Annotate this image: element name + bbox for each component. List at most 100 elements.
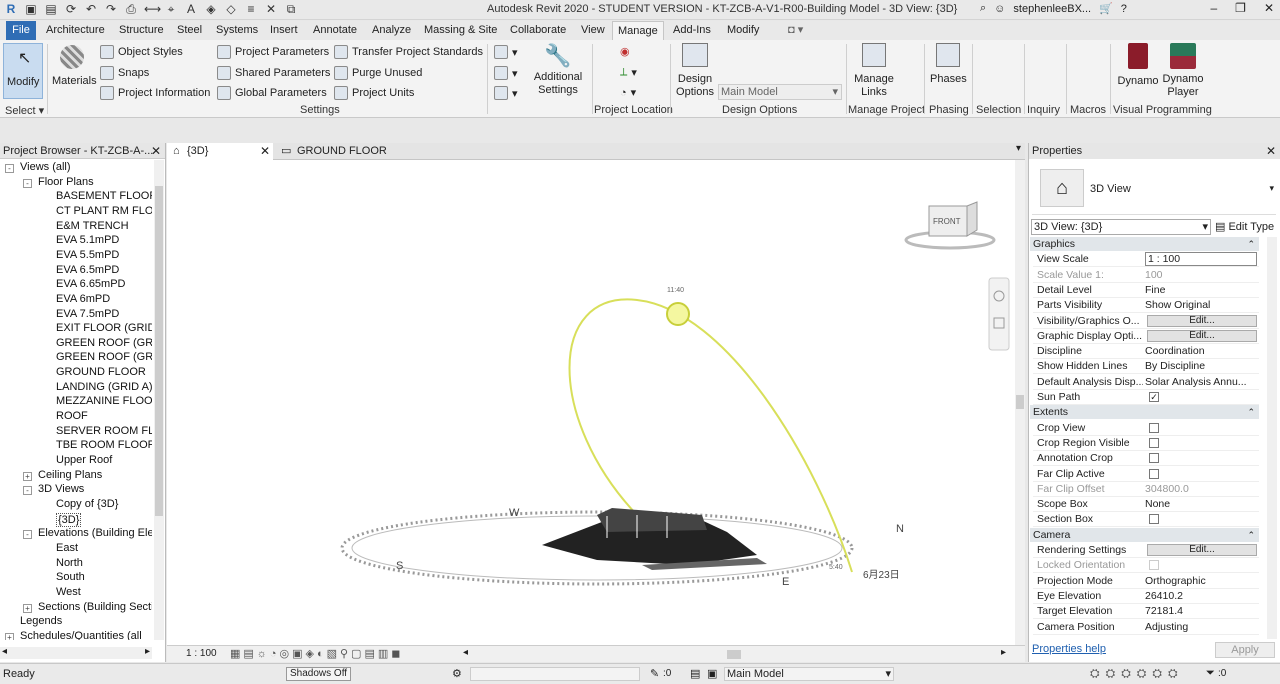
editable-only-icon[interactable]: ✎ [650,667,659,680]
switch-windows-icon[interactable]: ⧉ [284,2,298,16]
browser-item[interactable]: BASEMENT FLOOR [56,190,152,202]
property-value[interactable]: Orthographic [1145,575,1257,587]
tab-3d-view[interactable]: ⌂ {3D} ✕ [167,143,273,160]
browser-item[interactable]: GREEN ROOF (GRID [56,351,152,363]
hscroll-thumb[interactable] [727,650,741,659]
tab-steel[interactable]: Steel [172,21,207,40]
modify-button[interactable]: ↖ Modify [3,43,43,99]
materials-button[interactable]: Materials [50,43,97,99]
settings-tool-3[interactable]: ▾ [494,86,518,100]
view-scale[interactable]: 1 : 100 [186,648,217,659]
tab-architecture[interactable]: Architecture [41,21,110,40]
settings-tool-2[interactable]: ▾ [494,66,518,80]
property-value[interactable]: None [1145,498,1257,510]
thin-lines-icon[interactable]: ≡ [244,2,258,16]
tab-file[interactable]: File [6,21,36,40]
property-group-header[interactable]: Camera ⌃ [1030,527,1259,542]
browser-scrollbar[interactable] [154,160,164,640]
project-units-button[interactable]: Project Units [334,86,414,100]
browser-item[interactable]: GREEN ROOF (GRID [56,337,152,349]
property-edit-button[interactable]: Edit... [1147,544,1257,556]
tree-expander-icon[interactable]: + [5,632,14,640]
properties-help-link[interactable]: Properties help [1032,643,1106,655]
tab-insert[interactable]: Insert [265,21,303,40]
project-parameters-button[interactable]: Project Parameters [217,45,329,59]
property-checkbox[interactable]: ✓ [1149,392,1159,402]
browser-item[interactable]: MEZZANINE FLOOF [56,395,152,407]
user-icon[interactable]: ☺ [994,3,1005,15]
phases-button[interactable]: Phases [930,43,967,99]
browser-item[interactable]: East [56,542,78,554]
panel-select[interactable]: Select ▾ [5,104,44,117]
redo-icon[interactable]: ↷ [104,2,118,16]
main-model-dropdown[interactable]: Main Model ▾ [718,84,842,100]
property-value[interactable]: 26410.2 [1145,590,1257,602]
browser-item[interactable]: EVA 6mPD [56,293,110,305]
tab-systems[interactable]: Systems [211,21,263,40]
browser-item[interactable]: TBE ROOM FLOOR [56,439,152,451]
scroll-thumb[interactable] [1016,395,1024,409]
property-checkbox[interactable] [1149,422,1159,433]
design-option-icon[interactable]: ▤ [690,667,700,680]
browser-item[interactable]: Floor Plans [38,176,94,188]
snaps-button[interactable]: Snaps [100,66,149,80]
print-icon[interactable]: ⎙ [124,2,138,16]
close-hidden-icon[interactable]: ✕ [264,2,278,16]
sun-icon[interactable] [666,302,690,326]
tag-icon[interactable]: ⌖ [164,2,178,16]
property-checkbox[interactable] [1149,437,1159,448]
design-options-button[interactable]: Design Options [676,43,714,99]
property-value[interactable]: Fine [1145,284,1257,296]
browser-item[interactable]: CT PLANT RM FLOO [56,205,152,217]
browser-item[interactable]: Legends [20,615,62,627]
search-icon[interactable]: ⌕ [980,2,986,15]
type-selector[interactable]: ⌂ 3D View ▾ [1032,163,1276,215]
workset-icon[interactable]: ⚙ [452,667,462,680]
browser-item[interactable]: Upper Roof [56,454,112,466]
selection-tools-icons[interactable]: ⛭⛭⛭⛭⛭⛭ [1090,666,1184,681]
tab-collaborate[interactable]: Collaborate [505,21,571,40]
tree-expander-icon[interactable]: - [23,178,32,188]
browser-item[interactable]: Elevations (Building Ele [38,527,152,539]
instance-filter-dropdown[interactable]: 3D View: {3D} ▾ [1031,219,1211,235]
close-icon[interactable]: ✕ [1266,143,1276,159]
settings-tool-1[interactable]: ▾ [494,45,518,59]
project-information-button[interactable]: Project Information [100,86,210,100]
location-button[interactable]: ◉ [620,45,630,58]
chevron-right-icon[interactable]: ▸ [145,646,150,657]
browser-item[interactable]: EXIT FLOOR (GRID 1 [56,322,152,334]
browser-item[interactable]: {3D} [56,512,82,527]
browser-item[interactable]: ROOF [56,410,88,422]
view-controls-icons[interactable]: ▦▤☼◔◎▣◈◐▧⚲▢▤▥◼ [230,647,403,660]
properties-scrollbar[interactable] [1267,237,1277,639]
tab-structure[interactable]: Structure [114,21,169,40]
chevron-left-icon[interactable]: ◂ [2,646,7,657]
coordinates-button[interactable]: ⟂ ▾ [620,66,637,79]
revit-logo-icon[interactable]: R [4,2,18,16]
property-value[interactable]: Coordination [1145,345,1257,357]
browser-item[interactable]: EVA 6.65mPD [56,278,126,290]
viewcube-face-label[interactable]: FRONT [933,217,961,226]
property-group-header[interactable]: Extents ⌃ [1030,405,1259,420]
property-value[interactable]: Show Original [1145,299,1257,311]
cart-icon[interactable]: 🛒 [1099,2,1113,15]
browser-item[interactable]: EVA 5.1mPD [56,234,119,246]
edit-type-button[interactable]: ▤ Edit Type [1215,219,1274,235]
object-styles-button[interactable]: Object Styles [100,45,183,59]
browser-item[interactable]: Copy of {3D} [56,498,118,510]
scroll-thumb[interactable] [155,186,163,516]
browser-item[interactable]: Ceiling Plans [38,469,102,481]
contextual-tab-toggle-icon[interactable]: ◘ ▾ [783,21,808,40]
browser-item[interactable]: SERVER ROOM FLO [56,425,152,437]
text-icon[interactable]: A [184,2,198,16]
property-value[interactable]: By Discipline [1145,360,1257,372]
apply-button[interactable]: Apply [1215,642,1275,658]
filter-icon[interactable]: ⏷ [1206,667,1215,680]
browser-item[interactable]: EVA 7.5mPD [56,308,119,320]
chevron-left-icon[interactable]: ◂ [463,647,468,658]
property-value[interactable]: 1 : 100 [1145,252,1257,267]
browser-item[interactable]: LANDING (GRID A) [56,381,152,393]
shared-parameters-button[interactable]: Shared Parameters [217,66,330,80]
minimize-icon[interactable]: – [1210,1,1217,15]
design-option-icon[interactable]: ▣ [707,667,717,680]
